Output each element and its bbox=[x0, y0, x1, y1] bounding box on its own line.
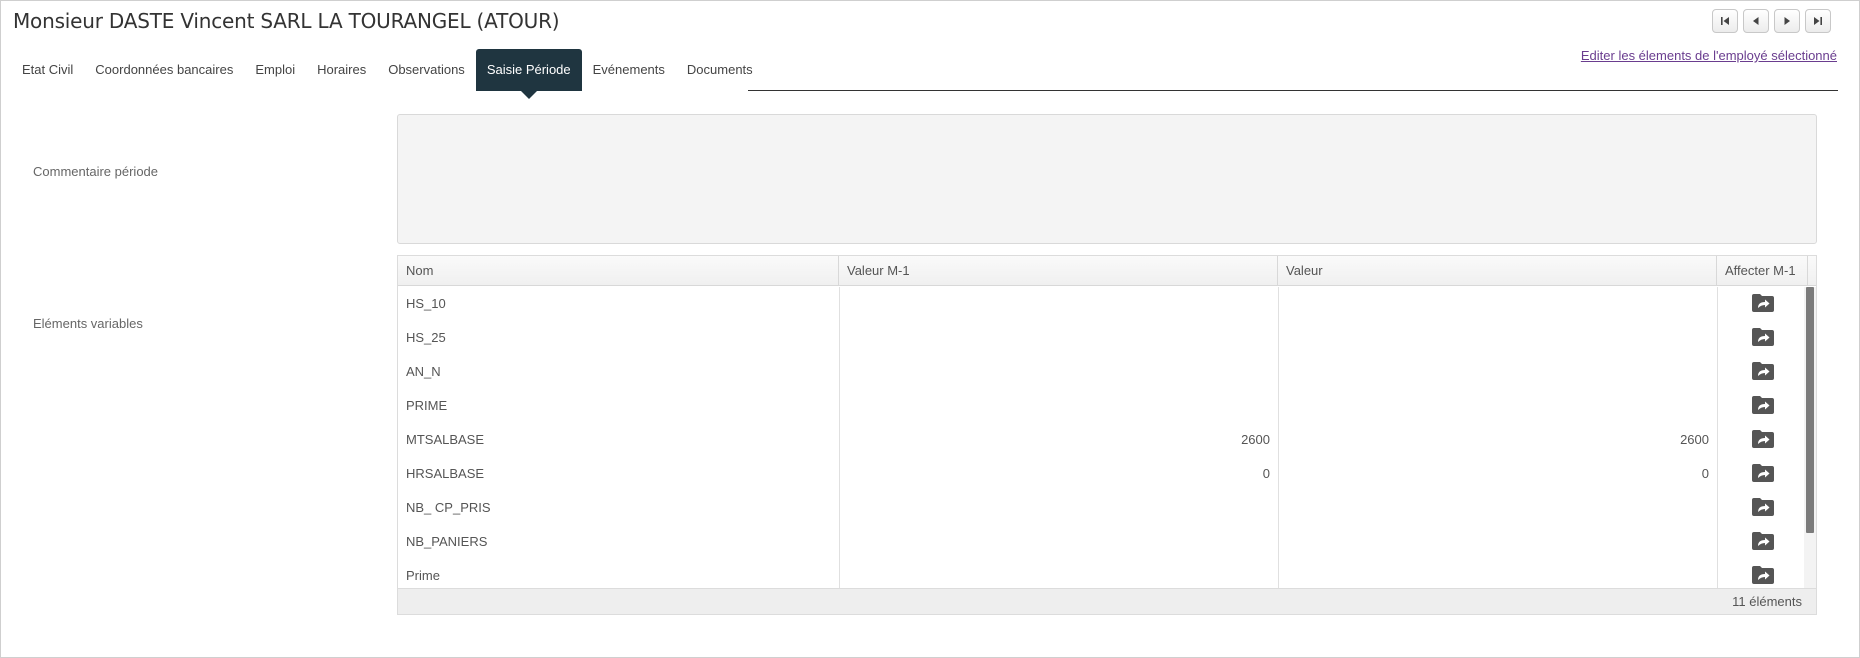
cell-nom: MTSALBASE bbox=[406, 432, 485, 447]
tab-emploi[interactable]: Emploi bbox=[244, 49, 306, 91]
affecter-m1-button[interactable] bbox=[1751, 395, 1775, 415]
cell-valeur[interactable] bbox=[1278, 559, 1717, 591]
cell-valeur-m1: 2600 bbox=[1241, 432, 1270, 447]
table-row[interactable]: NB_PANIERS bbox=[398, 525, 1803, 559]
folder-share-icon bbox=[1752, 362, 1774, 380]
tab-horaires[interactable]: Horaires bbox=[306, 49, 377, 91]
tab-coordonnees-bancaires[interactable]: Coordonnées bancaires bbox=[84, 49, 244, 91]
folder-share-icon bbox=[1752, 532, 1774, 550]
table-row[interactable]: NB_ CP_PRIS bbox=[398, 491, 1803, 525]
tab-documents[interactable]: Documents bbox=[676, 49, 764, 91]
skip-last-icon bbox=[1814, 17, 1822, 25]
record-navigation bbox=[1712, 9, 1831, 33]
cell-valeur-m1 bbox=[839, 355, 1278, 389]
cell-nom: Prime bbox=[406, 568, 440, 583]
cell-valeur[interactable] bbox=[1278, 355, 1717, 389]
skip-first-icon bbox=[1721, 17, 1729, 25]
tab-etat-civil[interactable]: Etat Civil bbox=[11, 49, 84, 91]
tab-bar: Etat Civil Coordonnées bancaires Emploi … bbox=[11, 49, 764, 99]
cell-valeur[interactable] bbox=[1278, 525, 1717, 559]
folder-share-icon bbox=[1752, 464, 1774, 482]
folder-share-icon bbox=[1752, 328, 1774, 346]
previous-record-button[interactable] bbox=[1743, 9, 1769, 33]
cell-valeur-m1: 0 bbox=[1262, 466, 1270, 481]
page-title: Monsieur DASTE Vincent SARL LA TOURANGEL… bbox=[13, 9, 560, 33]
cell-nom: HS_25 bbox=[406, 330, 446, 345]
cell-valeur-m1 bbox=[839, 321, 1278, 355]
affecter-m1-button[interactable] bbox=[1751, 565, 1775, 585]
affecter-m1-button[interactable] bbox=[1751, 429, 1775, 449]
cell-valeur[interactable]: 0 bbox=[1278, 457, 1717, 491]
cell-valeur[interactable] bbox=[1278, 491, 1717, 525]
table-row[interactable]: HRSALBASE 0 0 bbox=[398, 457, 1803, 491]
period-comment-field[interactable] bbox=[397, 114, 1817, 244]
folder-share-icon bbox=[1752, 430, 1774, 448]
cell-nom: AN_N bbox=[406, 364, 441, 379]
affecter-m1-button[interactable] bbox=[1751, 463, 1775, 483]
grid-body: HS_10 HS_25 AN_N PRIME MTSALBASE 2600 2600 HRSA… bbox=[398, 287, 1816, 591]
cell-nom: PRIME bbox=[406, 398, 448, 413]
column-header-valeur-m1[interactable]: Valeur M-1 bbox=[839, 256, 1278, 286]
folder-share-icon bbox=[1752, 294, 1774, 312]
cell-valeur[interactable] bbox=[1278, 389, 1717, 423]
table-row[interactable]: HS_25 bbox=[398, 321, 1803, 355]
folder-share-icon bbox=[1752, 566, 1774, 584]
previous-icon bbox=[1753, 17, 1759, 25]
next-icon bbox=[1784, 17, 1790, 25]
cell-valeur[interactable]: 2600 bbox=[1278, 423, 1717, 457]
cell-nom: NB_ CP_PRIS bbox=[406, 500, 491, 515]
table-row[interactable]: Prime bbox=[398, 559, 1803, 591]
grid-scrollbar[interactable] bbox=[1804, 287, 1816, 591]
folder-share-icon bbox=[1752, 498, 1774, 516]
last-record-button[interactable] bbox=[1805, 9, 1831, 33]
cell-nom: HS_10 bbox=[406, 296, 446, 311]
scrollbar-thumb[interactable] bbox=[1806, 287, 1814, 533]
affecter-m1-button[interactable] bbox=[1751, 531, 1775, 551]
grid-footer: 11 éléments bbox=[398, 588, 1816, 614]
cell-valeur-m1 bbox=[839, 287, 1278, 321]
tab-observations[interactable]: Observations bbox=[377, 49, 476, 91]
table-row[interactable]: MTSALBASE 2600 2600 bbox=[398, 423, 1803, 457]
table-row[interactable]: AN_N bbox=[398, 355, 1803, 389]
column-header-nom[interactable]: Nom bbox=[398, 256, 839, 286]
cell-valeur-m1 bbox=[839, 525, 1278, 559]
grid-header: Nom Valeur M-1 Valeur Affecter M-1 bbox=[398, 256, 1816, 286]
affecter-m1-button[interactable] bbox=[1751, 497, 1775, 517]
first-record-button[interactable] bbox=[1712, 9, 1738, 33]
tab-evenements[interactable]: Evénements bbox=[582, 49, 676, 91]
edit-employee-link[interactable]: Editer les élements de l'employé sélecti… bbox=[1581, 48, 1837, 63]
column-header-affecter-m1[interactable]: Affecter M-1 bbox=[1717, 256, 1808, 286]
next-record-button[interactable] bbox=[1774, 9, 1800, 33]
affecter-m1-button[interactable] bbox=[1751, 327, 1775, 347]
cell-nom: NB_PANIERS bbox=[406, 534, 488, 549]
affecter-m1-button[interactable] bbox=[1751, 293, 1775, 313]
employee-panel: Monsieur DASTE Vincent SARL LA TOURANGEL… bbox=[0, 0, 1860, 658]
tab-underline bbox=[748, 90, 1838, 91]
column-header-valeur[interactable]: Valeur bbox=[1278, 256, 1717, 286]
cell-nom: HRSALBASE bbox=[406, 466, 485, 481]
cell-valeur-m1 bbox=[839, 491, 1278, 525]
variables-label: Eléments variables bbox=[33, 316, 143, 331]
folder-share-icon bbox=[1752, 396, 1774, 414]
comment-label: Commentaire période bbox=[33, 164, 159, 179]
cell-valeur-m1 bbox=[839, 389, 1278, 423]
table-row[interactable]: HS_10 bbox=[398, 287, 1803, 321]
variables-grid: Nom Valeur M-1 Valeur Affecter M-1 HS_10… bbox=[397, 255, 1817, 615]
table-row[interactable]: PRIME bbox=[398, 389, 1803, 423]
cell-valeur[interactable] bbox=[1278, 321, 1717, 355]
affecter-m1-button[interactable] bbox=[1751, 361, 1775, 381]
tab-saisie-periode[interactable]: Saisie Période bbox=[475, 49, 582, 99]
cell-valeur[interactable] bbox=[1278, 287, 1717, 321]
cell-valeur-m1 bbox=[839, 559, 1278, 591]
item-count: 11 éléments bbox=[1732, 594, 1802, 609]
